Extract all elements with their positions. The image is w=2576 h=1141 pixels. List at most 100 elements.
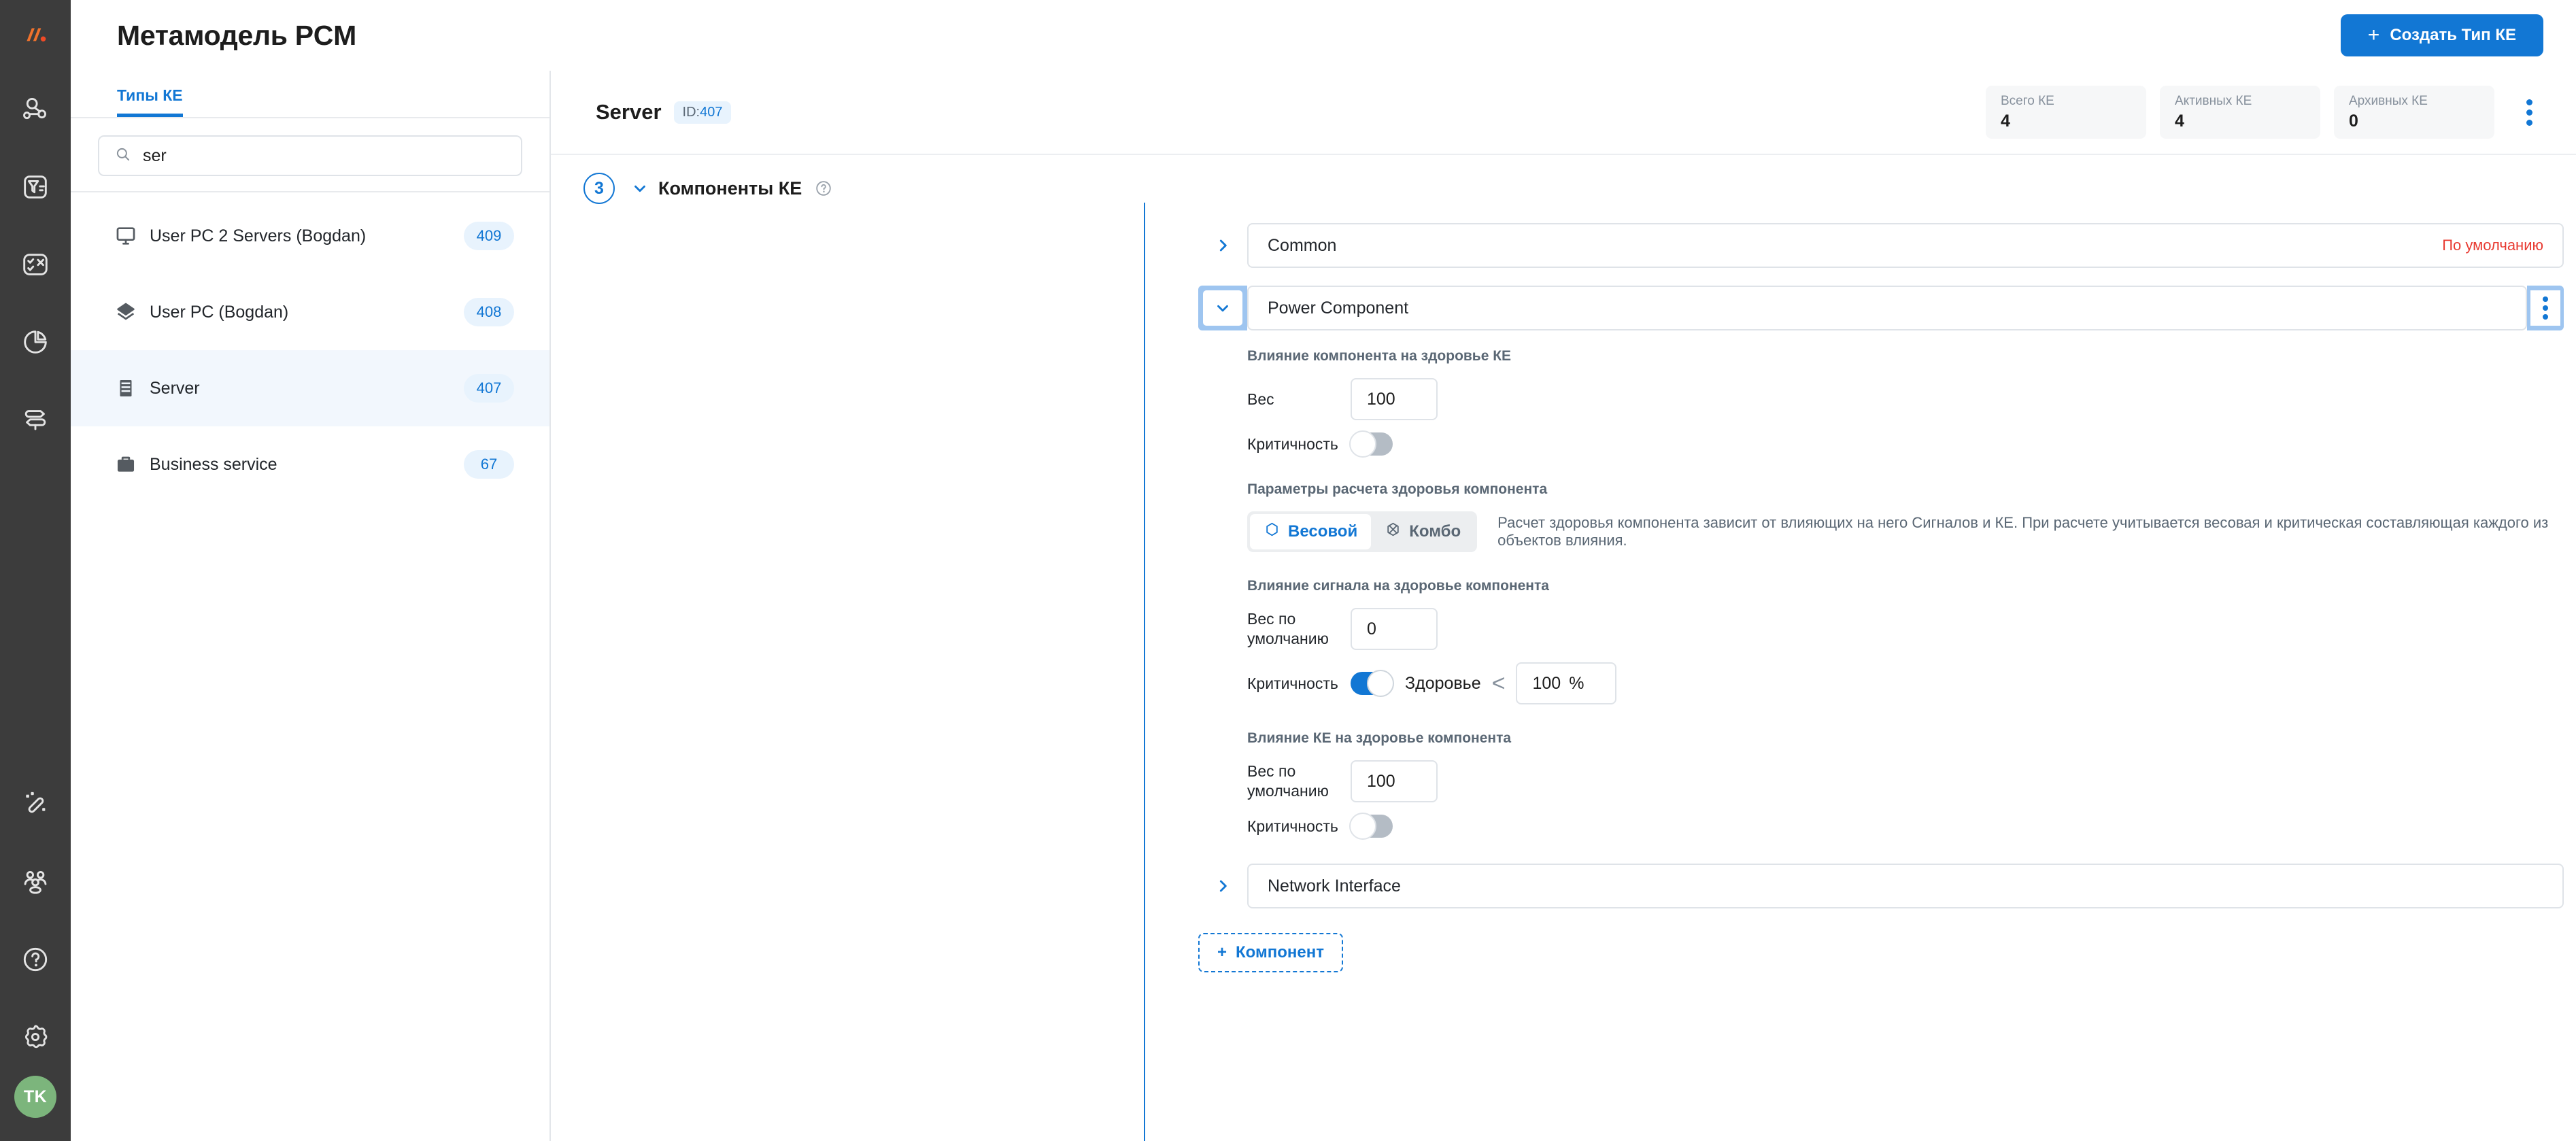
weight-field-row: Вес 100 <box>1247 378 2549 420</box>
component-name: Network Interface <box>1268 876 1401 896</box>
expand-chevron-right-icon[interactable] <box>1198 864 1247 908</box>
app-logo[interactable] <box>0 0 71 71</box>
search-input[interactable] <box>143 146 506 166</box>
step-badge: 3 <box>583 173 615 204</box>
tab-ke-types[interactable]: Типы КЕ <box>117 86 183 117</box>
weight-input[interactable]: 100 <box>1351 378 1438 420</box>
app-root: TK Метамодель PCM + Создать Тип КЕ Типы … <box>0 0 2576 1141</box>
list-item-label: User PC 2 Servers (Bogdan) <box>150 226 367 245</box>
group-label: Влияние сигнала на здоровье компонента <box>1247 578 1549 594</box>
expand-chevron-right-icon[interactable] <box>1198 223 1247 268</box>
stat-label: Архивных КЕ <box>2349 94 2428 108</box>
group-label: Влияние КЕ на здоровье компонента <box>1247 730 1512 746</box>
list-item-count: 408 <box>464 298 514 326</box>
components-area: 3 Компоненты КЕ Common По умолчанию Powe… <box>551 155 2576 1141</box>
plus-icon: + <box>2367 24 2380 46</box>
users-icon[interactable] <box>0 843 71 921</box>
list-item[interactable]: Business service 67 <box>71 426 549 503</box>
help-circle-icon[interactable] <box>814 179 833 198</box>
page-title: Метамодель PCM <box>117 19 356 51</box>
group-component-health-impact: Влияние компонента на здоровье КЕ Вес 10… <box>1247 348 2549 458</box>
avatar[interactable]: TK <box>14 1076 56 1118</box>
funnel-list-icon[interactable] <box>0 148 71 226</box>
list-item-label: Server <box>150 378 200 398</box>
default-badge: По умолчанию <box>2442 237 2543 254</box>
calculation-mode-row: Весовой Комбо Расчет здоровья компонента… <box>1247 511 2549 552</box>
briefcase-icon <box>114 453 150 476</box>
calculation-mode-segmented: Весовой Комбо <box>1247 511 1478 552</box>
ke-type-list: User PC 2 Servers (Bogdan) 409 User PC (… <box>71 192 549 1141</box>
monitor-icon <box>114 224 150 248</box>
chevron-down-icon[interactable] <box>631 180 649 197</box>
help-circle-icon[interactable] <box>0 921 71 998</box>
components-body: Common По умолчанию Power Component Влия… <box>551 204 2576 972</box>
create-ke-type-button[interactable]: + Создать Тип КЕ <box>2340 14 2543 56</box>
component-row-power: Power Component <box>551 286 2576 330</box>
criticality-toggle[interactable] <box>1349 430 1393 458</box>
stat-active-ke: Активных КЕ 4 <box>2160 86 2320 139</box>
segment-weighted-label: Весовой <box>1288 522 1358 541</box>
power-component-settings: Влияние компонента на здоровье КЕ Вес 10… <box>551 348 2576 840</box>
group-label: Параметры расчета здоровья компонента <box>1247 481 1548 497</box>
criticality-toggle[interactable] <box>1349 813 1393 840</box>
add-component-button[interactable]: + Компонент <box>1198 933 1344 972</box>
group-label: Влияние компонента на здоровье КЕ <box>1247 348 1512 364</box>
id-badge: ID:407 <box>673 101 732 124</box>
search-wrapper <box>71 118 549 191</box>
magic-wand-icon[interactable] <box>0 766 71 843</box>
criticality-label: Критичность <box>1247 435 1338 453</box>
layers-icon <box>114 301 150 324</box>
criticality-toggle[interactable] <box>1351 670 1394 697</box>
component-more-menu-icon[interactable] <box>2527 286 2564 330</box>
default-weight-field-row: Вес по умолчанию 100 <box>1247 760 2549 802</box>
criticality-field-row: Критичность Здоровье < 100 % <box>1247 662 2549 704</box>
detail-header: Server ID:407 Всего КЕ 4 Активных КЕ 4 А… <box>551 71 2576 155</box>
list-item-count: 409 <box>464 222 514 250</box>
component-name: Common <box>1268 235 1337 255</box>
list-item-server[interactable]: Server 407 <box>71 350 549 426</box>
combo-icon <box>1385 521 1402 543</box>
weight-label: Вес <box>1247 390 1274 408</box>
threshold-unit: % <box>1569 673 1584 693</box>
server-icon <box>114 377 150 400</box>
list-item-label: User PC (Bogdan) <box>150 302 289 322</box>
topology-icon[interactable] <box>0 71 71 148</box>
list-item[interactable]: User PC (Bogdan) 408 <box>71 274 549 350</box>
component-box[interactable]: Power Component <box>1247 286 2527 330</box>
group-health-calculation-params: Параметры расчета здоровья компонента Ве… <box>1247 481 2549 552</box>
default-weight-input[interactable]: 100 <box>1351 760 1438 802</box>
component-row-network: Network Interface <box>551 864 2576 908</box>
stat-value: 0 <box>2349 111 2358 131</box>
criticality-label: Критичность <box>1247 817 1338 835</box>
tasks-icon[interactable] <box>0 226 71 303</box>
plus-icon: + <box>1217 943 1227 961</box>
criticality-field-row: Критичность <box>1247 813 2549 840</box>
segment-combo[interactable]: Комбо <box>1371 514 1474 549</box>
stat-value: 4 <box>2175 111 2184 131</box>
threshold-input[interactable]: 100 % <box>1516 662 1617 704</box>
list-item[interactable]: User PC 2 Servers (Bogdan) 409 <box>71 198 549 274</box>
default-weight-field-row: Вес по умолчанию 0 <box>1247 608 2549 650</box>
id-value: 407 <box>700 104 723 120</box>
ke-types-panel: Типы КЕ ser User PC 2 Servers (Bogdan) 4… <box>71 71 551 1141</box>
less-than-icon: < <box>1491 670 1506 696</box>
list-item-label: Business service <box>150 454 277 474</box>
threshold-value: 100 <box>1532 673 1561 693</box>
segment-weighted[interactable]: Весовой <box>1250 514 1372 549</box>
component-box[interactable]: Common По умолчанию <box>1247 223 2564 268</box>
detail-panel: Server ID:407 Всего КЕ 4 Активных КЕ 4 А… <box>551 71 2576 1141</box>
search-box[interactable] <box>98 135 522 176</box>
group-signal-health-impact: Влияние сигнала на здоровье компонента В… <box>1247 578 2549 704</box>
default-weight-input[interactable]: 0 <box>1351 608 1438 650</box>
detail-more-menu-icon[interactable] <box>2509 86 2549 139</box>
stat-archived-ke: Архивных КЕ 0 <box>2334 86 2494 139</box>
pie-chart-icon[interactable] <box>0 303 71 381</box>
body-split: Типы КЕ ser User PC 2 Servers (Bogdan) 4… <box>71 71 2576 1141</box>
group-ke-health-impact: Влияние КЕ на здоровье компонента Вес по… <box>1247 730 2549 840</box>
component-box[interactable]: Network Interface <box>1247 864 2564 908</box>
health-label: Здоровье <box>1405 673 1481 693</box>
gear-icon[interactable] <box>0 998 71 1076</box>
collapse-chevron-down-icon[interactable] <box>1198 286 1247 330</box>
add-component-label: Компонент <box>1236 943 1325 961</box>
signpost-icon[interactable] <box>0 381 71 458</box>
